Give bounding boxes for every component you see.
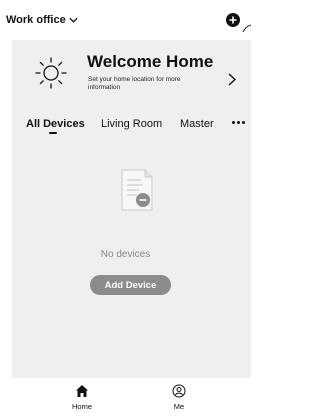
welcome-card[interactable]: Welcome Home Set your home location for … [12, 40, 251, 110]
home-selector[interactable]: Work office [6, 14, 78, 26]
tab-master[interactable]: Master [180, 118, 214, 130]
more-dots-icon[interactable] [232, 121, 245, 124]
tab-living-room[interactable]: Living Room [101, 118, 162, 130]
welcome-subtitle: Set your home location for more informat… [88, 76, 181, 91]
plus-circle-icon [229, 16, 237, 24]
chevron-right-icon [228, 73, 236, 86]
nav-me[interactable]: Me [159, 384, 199, 411]
add-button[interactable] [226, 13, 240, 27]
room-tabs: All Devices Living Room Master [0, 110, 251, 134]
empty-message: No devices [100, 249, 151, 260]
add-device-button[interactable]: Add Device [90, 275, 171, 295]
edge-tail-icon [242, 24, 251, 33]
home-name: Work office [6, 14, 66, 26]
chevron-down-icon [69, 17, 78, 23]
nav-home-label: Home [71, 402, 92, 411]
nav-me-label: Me [173, 402, 185, 411]
welcome-title: Welcome Home [87, 52, 214, 71]
nav-home[interactable]: Home [62, 384, 102, 411]
active-tab-indicator [49, 132, 57, 134]
home-icon [76, 385, 88, 397]
app-screen: Work office Welcome Home Set your home l… [0, 0, 251, 417]
tab-all-devices[interactable]: All Devices [26, 118, 85, 130]
bottom-nav: Home Me [0, 378, 251, 417]
sun-icon [35, 57, 67, 89]
user-icon [172, 384, 186, 398]
top-header: Work office [0, 0, 251, 40]
document-icon [121, 169, 153, 211]
